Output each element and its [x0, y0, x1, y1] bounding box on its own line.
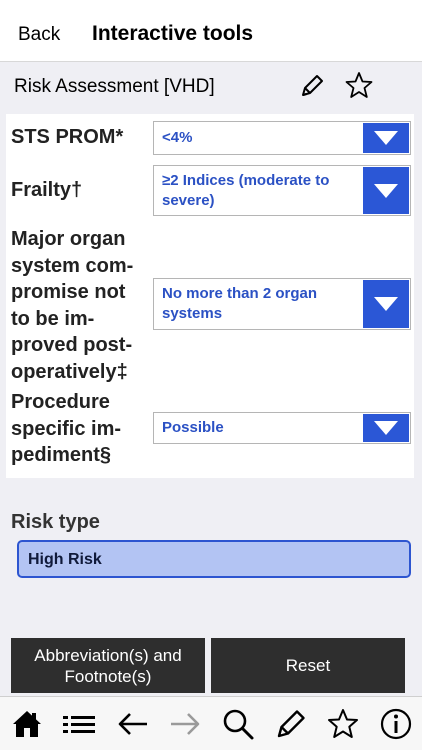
organ-compromise-label: Major organ system com- promise not to b… [11, 226, 133, 385]
sts-prom-value: <4% [162, 129, 193, 146]
label-line: promise not [11, 281, 126, 303]
label-line: system com- [11, 254, 134, 277]
button-label-line: Footnote(s) [64, 666, 152, 686]
pencil-icon[interactable] [274, 707, 308, 741]
button-label-line: Abbreviation(s) and [34, 645, 182, 665]
label-line: specific im- [11, 417, 122, 440]
sts-prom-label: STS PROM* [11, 126, 124, 148]
organ-compromise-select[interactable]: No more than 2 organ systems [153, 278, 411, 330]
frailty-label: Frailty† [11, 179, 83, 201]
risk-type-label: Risk type [11, 511, 100, 533]
dropdown-arrow-icon[interactable] [363, 123, 409, 153]
search-icon[interactable] [221, 707, 255, 741]
dropdown-arrow-icon[interactable] [363, 280, 409, 328]
arrow-left-icon[interactable] [116, 707, 150, 741]
navigation-bar: Back Interactive tools [0, 0, 422, 62]
procedure-impediment-value: Possible [162, 419, 224, 436]
star-icon[interactable] [326, 707, 360, 741]
pencil-icon[interactable] [298, 72, 326, 100]
arrow-right-icon[interactable] [168, 707, 202, 741]
star-icon[interactable] [344, 70, 374, 100]
frailty-value: ≥2 Indices (moderate to severe) [162, 171, 330, 209]
dropdown-arrow-icon[interactable] [363, 167, 409, 214]
tool-title: Risk Assessment [VHD] [14, 76, 215, 97]
frailty-select[interactable]: ≥2 Indices (moderate to severe) [153, 165, 411, 216]
label-line: Procedure [11, 391, 110, 413]
dropdown-arrow-icon[interactable] [363, 414, 409, 442]
label-line: Major organ [11, 228, 126, 250]
procedure-impediment-label: Procedure specific im- pediment§ [11, 389, 121, 469]
label-line: proved post- [11, 334, 133, 356]
organ-compromise-value: No more than 2 organ systems [162, 285, 318, 322]
reset-button[interactable]: Reset [211, 638, 405, 693]
info-icon[interactable] [379, 707, 413, 741]
risk-type-result: High Risk [17, 540, 411, 578]
sts-prom-select[interactable]: <4% [153, 121, 411, 155]
home-icon[interactable] [10, 707, 44, 741]
procedure-impediment-select[interactable]: Possible [153, 412, 411, 444]
risk-type-value: High Risk [28, 551, 102, 568]
page-title: Interactive tools [92, 22, 254, 45]
back-button[interactable]: Back [18, 24, 60, 46]
label-line: operatively‡ [11, 360, 128, 383]
abbreviations-footnotes-button[interactable]: Abbreviation(s) and Footnote(s) [11, 638, 205, 693]
bottom-toolbar [0, 696, 422, 750]
label-line: to be im- [11, 307, 95, 330]
label-line: pediment§ [11, 444, 112, 466]
list-icon[interactable] [62, 707, 96, 741]
